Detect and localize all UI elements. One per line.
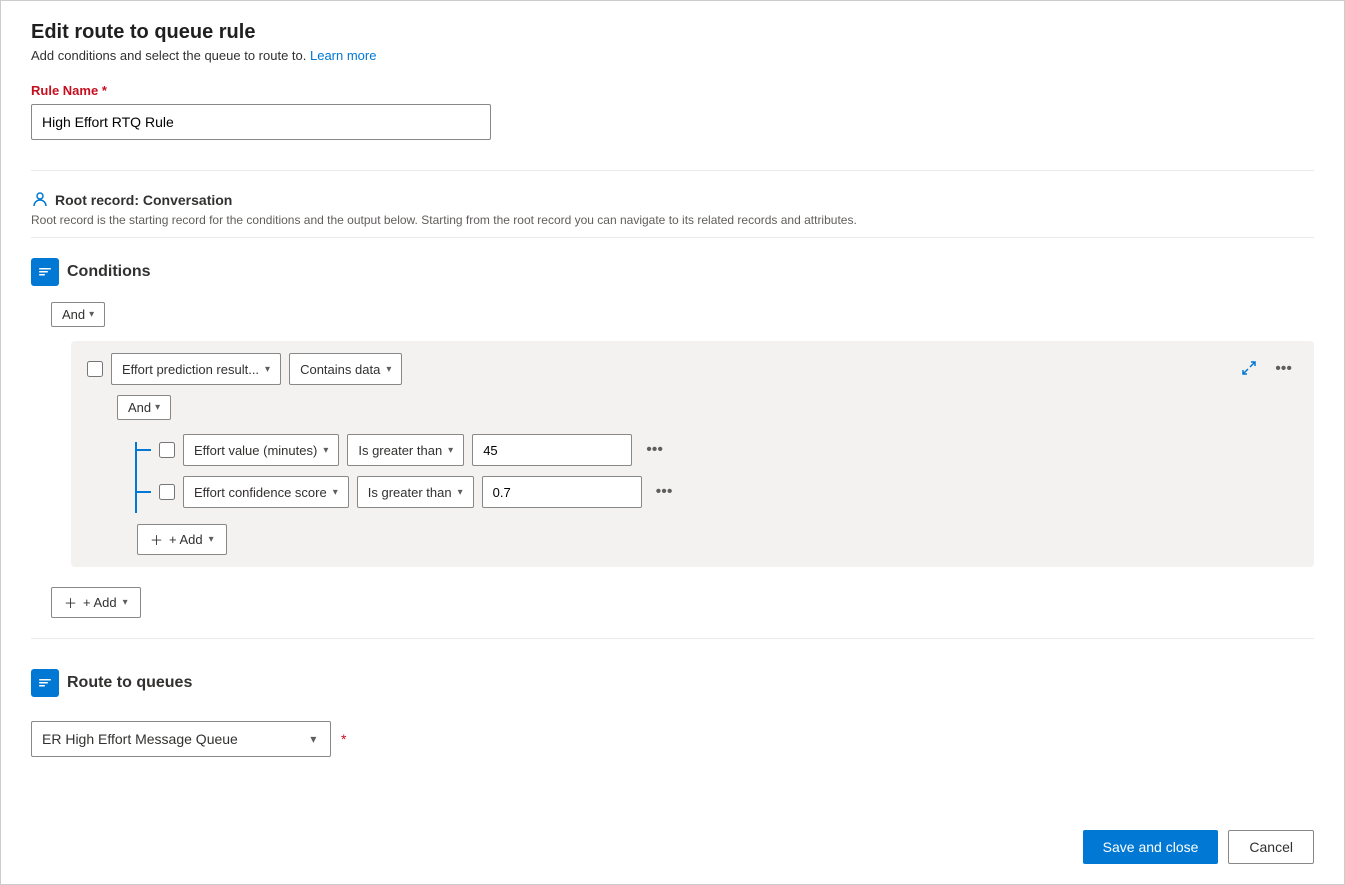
root-record-desc: Root record is the starting record for t…	[31, 213, 1314, 227]
inner-add-chevron: ▾	[209, 534, 214, 545]
conditions-icon	[37, 264, 53, 280]
inner-more-1-button[interactable]: •••	[640, 439, 669, 461]
conditions-section-icon	[31, 258, 59, 286]
inner-operator-1-dropdown[interactable]: Is greater than ▾	[347, 434, 464, 466]
conditions-area: And ▾ Effort prediction result... ▾ Cont…	[31, 302, 1314, 618]
top-more-button[interactable]: •••	[1269, 358, 1298, 380]
top-field-chevron: ▾	[265, 364, 270, 375]
subtitle-text: Add conditions and select the queue to r…	[31, 48, 310, 63]
page-title: Edit route to queue rule	[31, 21, 1314, 44]
inner-field-1-dropdown[interactable]: Effort value (minutes) ▾	[183, 434, 339, 466]
inner-condition-2-checkbox[interactable]	[159, 484, 175, 500]
inner-add-plus: ＋	[150, 530, 163, 549]
top-condition-row: Effort prediction result... ▾ Contains d…	[87, 353, 1298, 385]
top-operator-dropdown[interactable]: Contains data ▾	[289, 353, 402, 385]
cancel-button[interactable]: Cancel	[1228, 830, 1314, 864]
inner-condition-row-1: Effort value (minutes) ▾ Is greater than…	[137, 434, 1298, 466]
top-field-dropdown[interactable]: Effort prediction result... ▾	[111, 353, 281, 385]
and-top-chevron: ▾	[89, 309, 94, 320]
inner-field-1-chevron: ▾	[323, 445, 328, 456]
route-section-icon-box	[31, 669, 59, 697]
expand-button[interactable]	[1237, 356, 1261, 383]
learn-more-link[interactable]: Learn more	[310, 48, 376, 63]
root-record-section: Root record: Conversation Root record is…	[31, 191, 1314, 227]
rule-name-input[interactable]	[31, 104, 491, 140]
save-and-close-button[interactable]: Save and close	[1083, 830, 1219, 864]
page-container: Edit route to queue rule Add conditions …	[0, 0, 1345, 885]
route-to-queues-section: Route to queues ER High Effort Message Q…	[31, 669, 1314, 757]
top-condition-checkbox[interactable]	[87, 361, 103, 377]
route-icon	[37, 675, 53, 691]
inner-rows-container: Effort value (minutes) ▾ Is greater than…	[137, 434, 1298, 555]
rule-name-label: Rule Name *	[31, 83, 1314, 98]
queue-dropdown-wrapper: ER High Effort Message Queue ▾ *	[31, 721, 346, 757]
root-record-label: Root record: Conversation	[55, 192, 232, 208]
divider-1	[31, 170, 1314, 171]
inner-condition-wrapper: And ▾ Effort value (minutes) ▾	[117, 395, 1298, 555]
inner-value-1-input[interactable]	[472, 434, 632, 466]
inner-more-2-button[interactable]: •••	[650, 481, 679, 503]
inner-condition-1-checkbox[interactable]	[159, 442, 175, 458]
expand-icon	[1241, 360, 1257, 376]
outer-add-chevron: ▾	[123, 597, 128, 608]
h-connector-1	[135, 449, 151, 451]
inner-field-2-dropdown[interactable]: Effort confidence score ▾	[183, 476, 349, 508]
queue-required-star: *	[341, 731, 346, 747]
root-record-icon	[31, 191, 49, 209]
divider-2	[31, 237, 1314, 238]
footer: Save and close Cancel	[1083, 830, 1314, 864]
route-section-header: Route to queues	[31, 669, 1314, 697]
inner-operator-2-chevron: ▾	[458, 487, 463, 498]
and-inner-chevron: ▾	[155, 402, 160, 413]
inner-operator-2-dropdown[interactable]: Is greater than ▾	[357, 476, 474, 508]
inner-value-2-input[interactable]	[482, 476, 642, 508]
h-connector-2	[135, 491, 151, 493]
inner-field-2-chevron: ▾	[333, 487, 338, 498]
root-record-title: Root record: Conversation	[31, 191, 1314, 209]
outer-add-plus: ＋	[64, 593, 77, 612]
outer-add-row: ＋ + Add ▾	[51, 581, 1314, 618]
and-top-button[interactable]: And ▾	[51, 302, 105, 327]
conditions-section-header: Conditions	[31, 258, 1314, 286]
outer-add-button[interactable]: ＋ + Add ▾	[51, 587, 141, 618]
page-subtitle: Add conditions and select the queue to r…	[31, 48, 1314, 63]
conditions-title: Conditions	[67, 263, 151, 281]
top-operator-chevron: ▾	[386, 364, 391, 375]
inner-condition-row-2: Effort confidence score ▾ Is greater tha…	[137, 476, 1298, 508]
inner-operator-1-chevron: ▾	[448, 445, 453, 456]
route-section-title: Route to queues	[67, 674, 192, 692]
inner-add-button[interactable]: ＋ + Add ▾	[137, 524, 227, 555]
divider-3	[31, 638, 1314, 639]
queue-dropdown[interactable]: ER High Effort Message Queue	[31, 721, 331, 757]
outer-condition-group: Effort prediction result... ▾ Contains d…	[71, 341, 1314, 567]
and-inner-button[interactable]: And ▾	[117, 395, 171, 420]
